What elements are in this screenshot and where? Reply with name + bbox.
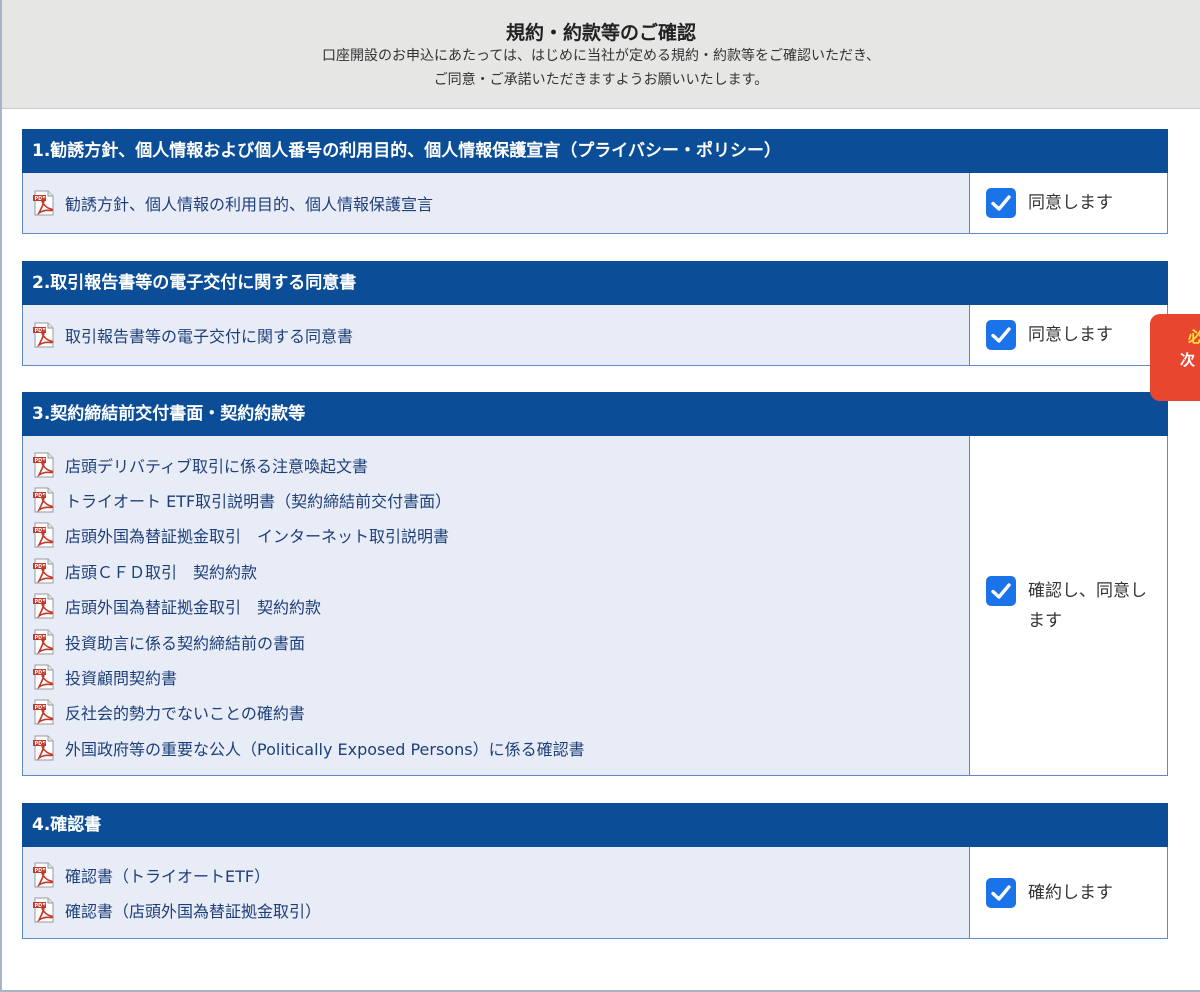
doc-link[interactable]: PDF 投資顧問契約書 [33,659,969,694]
section-2-doc-list: PDF 取引報告書等の電子交付に関する同意書 [23,305,970,365]
doc-link-label: トライオート ETF取引説明書（契約締結前交付書面） [65,492,452,512]
check-icon [991,195,1011,211]
pdf-icon: PDF [33,897,54,923]
doc-link[interactable]: PDF 投資助言に係る契約締結前の書面 [33,624,969,659]
section-1-agree-cell: 同意します [970,173,1167,233]
section-4: 4.確認書 PDF 確認書（トライオートETF） PDF 確認書（店頭外国為替証拠金… [22,803,1168,939]
agree-label-2: 同意します [1028,325,1113,345]
section-1-body: PDF 勧誘方針、個人情報の利用目的、個人情報保護宣言 同意します [22,173,1168,234]
section-4-doc-list: PDF 確認書（トライオートETF） PDF 確認書（店頭外国為替証拠金取引） [23,847,970,938]
doc-link[interactable]: PDF 確認書（店頭外国為替証拠金取引） [33,892,969,927]
doc-link[interactable]: PDF 外国政府等の重要な公人（Politically Exposed Perso… [33,730,969,765]
doc-link[interactable]: PDF 店頭デリバティブ取引に係る注意喚起文書 [33,447,969,482]
page-description: 口座開設のお申込にあたっては、はじめに当社が定める規約・約款等をご確認いただき、… [2,44,1200,92]
doc-link-label: 店頭ＣＦＤ取引 契約約款 [65,562,258,582]
agree-checkbox-3[interactable] [986,575,1016,606]
agree-label-1: 同意します [1028,193,1113,213]
doc-link-label: 投資助言に係る契約締結前の書面 [65,633,306,653]
doc-link-label: 外国政府等の重要な公人（Politically Exposed Persons）… [65,739,585,759]
pdf-icon: PDF [33,699,54,725]
doc-link[interactable]: PDF 店頭ＣＦＤ取引 契約約款 [33,553,969,588]
section-2-heading: 2.取引報告書等の電子交付に関する同意書 [22,261,1168,305]
agree-label-3: 確認し、同意します [1028,580,1147,631]
doc-link-label: 店頭外国為替証拠金取引 契約約款 [65,598,322,618]
agree-label-4: 確約します [1028,882,1113,903]
section-1: 1.勧誘方針、個人情報および個人番号の利用目的、個人情報保護宣言（プライバシー・… [22,129,1168,234]
side-tab-line-2: 次 [1180,351,1196,369]
pdf-icon: PDF [33,558,54,584]
section-4-agree-cell: 確約します [970,847,1167,938]
check-icon [991,582,1011,599]
doc-link[interactable]: PDF 勧誘方針、個人情報の利用目的、個人情報保護宣言 [33,185,969,220]
section-2: 2.取引報告書等の電子交付に関する同意書 PDF 取引報告書等の電子交付に関する… [22,261,1168,366]
section-4-body: PDF 確認書（トライオートETF） PDF 確認書（店頭外国為替証拠金取引） 確約… [22,847,1168,939]
agree-checkbox-2[interactable] [986,320,1016,350]
check-icon [991,327,1011,343]
doc-link-label: 確認書（店頭外国為替証拠金取引） [65,902,322,922]
pdf-icon: PDF [33,487,54,513]
section-3-heading: 3.契約締結前交付書面・契約約款等 [22,392,1168,436]
side-tab-line-1: 必 [1188,328,1200,346]
section-3-body: PDF 店頭デリバティブ取引に係る注意喚起文書 PDF トライオート ETF取引説明… [22,436,1168,776]
pdf-icon: PDF [33,190,54,216]
doc-link-label: 店頭デリバティブ取引に係る注意喚起文書 [65,456,369,476]
doc-link-label: 勧誘方針、個人情報の利用目的、個人情報保護宣言 [65,194,434,214]
doc-link[interactable]: PDF 反社会的勢力でないことの確約書 [33,695,969,730]
page-header: 規約・約款等のご確認 口座開設のお申込にあたっては、はじめに当社が定める規約・約… [2,0,1200,109]
pdf-icon: PDF [33,735,54,761]
pdf-icon: PDF [33,629,54,655]
doc-link-label: 反社会的勢力でないことの確約書 [65,704,305,724]
doc-link[interactable]: PDF トライオート ETF取引説明書（契約締結前交付書面） [33,482,969,517]
agree-checkbox-4[interactable] [986,877,1016,908]
doc-link-label: 店頭外国為替証拠金取引 インターネット取引説明書 [65,527,450,547]
pdf-icon: PDF [33,593,54,619]
doc-link-label: 投資顧問契約書 [65,669,178,689]
section-3-doc-list: PDF 店頭デリバティブ取引に係る注意喚起文書 PDF トライオート ETF取引説明… [23,436,970,775]
section-2-agree-cell: 同意します [970,305,1167,365]
doc-link[interactable]: PDF 確認書（トライオートETF） [33,857,969,892]
floating-side-tab[interactable]: 必 次 [1150,314,1200,401]
page-title: 規約・約款等のご確認 [505,22,696,44]
section-3: 3.契約締結前交付書面・契約約款等 PDF 店頭デリバティブ取引に係る注意喚起文書… [22,392,1168,776]
pdf-icon: PDF [33,862,54,888]
doc-link-label: 確認書（トライオートETF） [65,866,271,886]
doc-link[interactable]: PDF 店頭外国為替証拠金取引 インターネット取引説明書 [33,518,969,553]
doc-link-label: 取引報告書等の電子交付に関する同意書 [65,326,354,346]
description-line-1: 口座開設のお申込にあたっては、はじめに当社が定める規約・約款等をご確認いただき、 [321,48,881,64]
pdf-icon: PDF [33,322,54,348]
doc-link[interactable]: PDF 取引報告書等の電子交付に関する同意書 [33,317,969,352]
doc-link[interactable]: PDF 店頭外国為替証拠金取引 契約約款 [33,589,969,624]
section-1-doc-list: PDF 勧誘方針、個人情報の利用目的、個人情報保護宣言 [23,173,970,233]
check-icon [991,884,1011,901]
pdf-icon: PDF [33,664,54,690]
section-1-heading: 1.勧誘方針、個人情報および個人番号の利用目的、個人情報保護宣言（プライバシー・… [22,129,1168,173]
description-line-2: ご同意・ご承諾いただきますようお願いいたします。 [433,72,769,88]
section-4-heading: 4.確認書 [22,803,1168,847]
pdf-icon: PDF [33,452,54,478]
agree-checkbox-1[interactable] [986,188,1016,218]
section-3-agree-cell: 確認し、同意します [970,436,1167,775]
pdf-icon: PDF [33,522,54,548]
section-2-body: PDF 取引報告書等の電子交付に関する同意書 同意します [22,305,1168,366]
